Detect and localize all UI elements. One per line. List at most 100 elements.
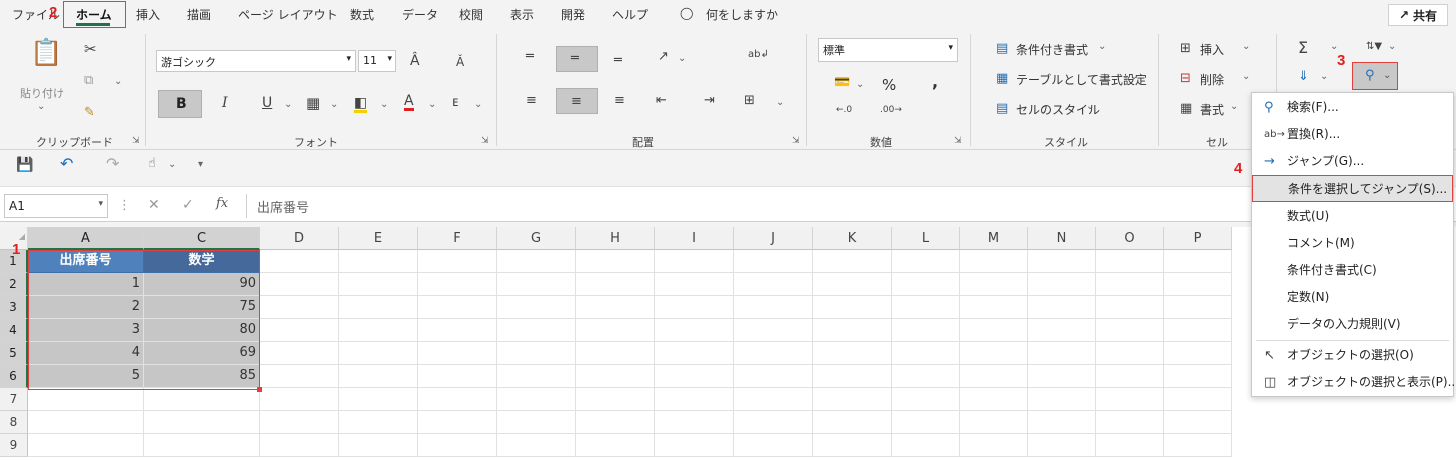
delete-cells-button[interactable]: 削除 [1200, 71, 1224, 88]
fill-handle[interactable] [257, 387, 262, 392]
cell[interactable] [576, 319, 655, 342]
cell[interactable] [655, 411, 734, 434]
cell[interactable] [1096, 250, 1164, 273]
cell[interactable] [339, 434, 418, 457]
cell[interactable] [1164, 319, 1232, 342]
underline-icon[interactable]: U [262, 96, 272, 110]
cell[interactable] [418, 342, 497, 365]
chevron-down-icon[interactable]: ⌄ [380, 100, 388, 110]
cell[interactable] [260, 388, 339, 411]
cell[interactable] [960, 434, 1028, 457]
cell[interactable] [960, 273, 1028, 296]
cell[interactable] [734, 342, 813, 365]
cell[interactable] [1096, 342, 1164, 365]
delete-cells-icon[interactable]: ⊟ [1180, 72, 1191, 85]
cell[interactable] [576, 365, 655, 388]
cell[interactable] [892, 273, 960, 296]
cell[interactable] [892, 296, 960, 319]
format-as-table-icon[interactable]: ▦ [996, 72, 1008, 85]
bold-button[interactable]: B [158, 90, 202, 118]
column-header-E[interactable]: E [339, 227, 418, 250]
cell[interactable] [28, 434, 144, 457]
cell[interactable] [418, 434, 497, 457]
percent-button[interactable]: % [882, 76, 896, 94]
enter-icon[interactable]: ✓ [182, 198, 194, 212]
cell[interactable] [260, 296, 339, 319]
table-cell[interactable]: 85 [144, 365, 260, 388]
column-header-J[interactable]: J [734, 227, 813, 250]
cell[interactable] [339, 365, 418, 388]
number-format-box[interactable]: 標準 ▾ [818, 38, 958, 62]
tab-view[interactable]: 表示 [510, 6, 534, 23]
row-header-7[interactable]: 7 [0, 388, 28, 411]
column-header-C[interactable]: C [144, 227, 260, 250]
cell[interactable] [418, 388, 497, 411]
column-header-D[interactable]: D [260, 227, 339, 250]
menu-item-replace[interactable]: ab→ 置換(R)... [1252, 121, 1453, 148]
tab-draw[interactable]: 描画 [187, 6, 211, 23]
cell[interactable] [576, 388, 655, 411]
column-header-F[interactable]: F [418, 227, 497, 250]
menu-item-goto[interactable]: → ジャンプ(G)... [1252, 148, 1453, 175]
cell[interactable] [813, 434, 892, 457]
cell[interactable] [497, 388, 576, 411]
decrease-decimal-icon[interactable]: .00→ [880, 106, 902, 115]
merge-center-icon[interactable]: ⊞ [744, 94, 755, 107]
conditional-format-icon[interactable]: ▤ [996, 42, 1008, 55]
cell[interactable] [1028, 296, 1096, 319]
row-header-2[interactable]: 2 [0, 273, 28, 296]
cell[interactable] [497, 250, 576, 273]
cell[interactable] [260, 434, 339, 457]
menu-item-data-validation[interactable]: データの入力規則(V) [1252, 311, 1453, 338]
cell[interactable] [576, 273, 655, 296]
menu-item-constants[interactable]: 定数(N) [1252, 284, 1453, 311]
phonetic-icon[interactable]: ᴇ [452, 96, 458, 109]
cell[interactable] [339, 273, 418, 296]
customize-qat-icon[interactable]: ▾ [198, 160, 203, 170]
cell[interactable] [892, 250, 960, 273]
row-header-3[interactable]: 3 [0, 296, 28, 319]
redo-icon[interactable]: ↷ [106, 156, 119, 172]
chevron-down-icon[interactable]: ⌄ [330, 100, 338, 110]
font-size-box[interactable]: 11 ▾ [358, 50, 396, 72]
cell[interactable] [1164, 388, 1232, 411]
cell[interactable] [418, 273, 497, 296]
cell[interactable] [655, 250, 734, 273]
menu-item-selection-pane[interactable]: ◫ オブジェクトの選択と表示(P)... [1252, 369, 1456, 396]
cell[interactable] [1028, 388, 1096, 411]
table-cell[interactable]: 80 [144, 319, 260, 342]
alignment-launcher-icon[interactable]: ⇲ [792, 136, 800, 146]
cell[interactable] [1028, 434, 1096, 457]
wrap-text-icon[interactable]: ab↲ [748, 50, 769, 60]
table-cell[interactable]: 5 [28, 365, 144, 388]
table-header-cell[interactable]: 出席番号 [28, 250, 144, 273]
column-header-H[interactable]: H [576, 227, 655, 250]
chevron-down-icon[interactable]: ⌄ [678, 54, 686, 64]
name-box[interactable]: A1 ▾ [4, 194, 108, 218]
cell[interactable] [655, 319, 734, 342]
cell[interactable] [892, 434, 960, 457]
cell[interactable] [418, 411, 497, 434]
table-cell[interactable]: 4 [28, 342, 144, 365]
cell[interactable] [734, 411, 813, 434]
cell[interactable] [1096, 365, 1164, 388]
row-header-4[interactable]: 4 [0, 319, 28, 342]
cell[interactable] [339, 388, 418, 411]
column-header-G[interactable]: G [497, 227, 576, 250]
cell[interactable] [1096, 296, 1164, 319]
cell[interactable] [813, 273, 892, 296]
increase-indent-icon[interactable]: ⇥ [704, 94, 715, 107]
menu-item-comments[interactable]: コメント(M) [1252, 230, 1453, 257]
cell[interactable] [576, 411, 655, 434]
currency-icon[interactable]: 💳 [834, 76, 850, 89]
cell[interactable] [1164, 296, 1232, 319]
column-header-A[interactable]: A [28, 227, 144, 250]
border-icon[interactable]: ▦ [306, 96, 320, 111]
cell[interactable] [260, 273, 339, 296]
decrease-font-icon[interactable]: Ǎ [456, 56, 464, 68]
chevron-down-icon[interactable]: ⌄ [1086, 102, 1094, 112]
cell[interactable] [1028, 365, 1096, 388]
cell[interactable] [734, 319, 813, 342]
row-header-8[interactable]: 8 [0, 411, 28, 434]
font-color-icon[interactable]: A [404, 94, 414, 111]
